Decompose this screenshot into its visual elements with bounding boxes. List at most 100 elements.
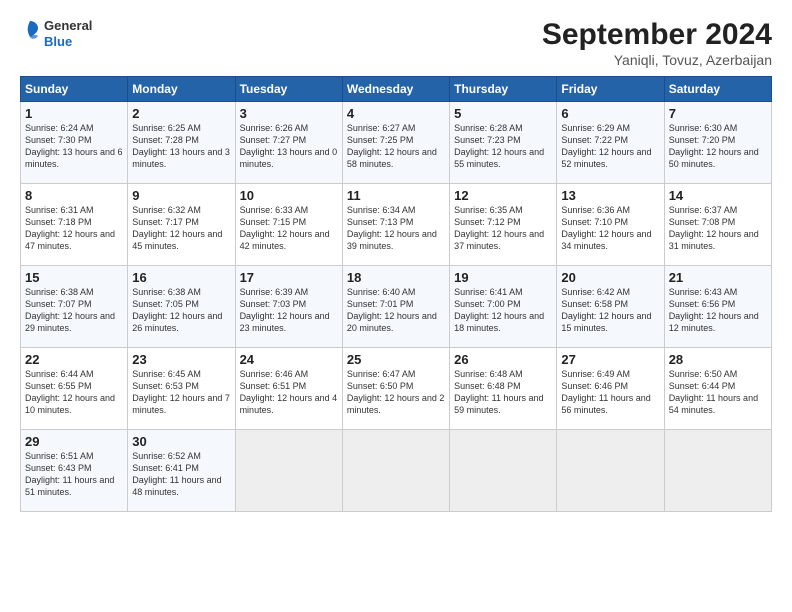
calendar-cell: 25Sunrise: 6:47 AMSunset: 6:50 PMDayligh… (342, 348, 449, 430)
day-number: 12 (454, 188, 552, 203)
calendar-cell: 16Sunrise: 6:38 AMSunset: 7:05 PMDayligh… (128, 266, 235, 348)
day-info: Sunrise: 6:41 AMSunset: 7:00 PMDaylight:… (454, 286, 552, 335)
day-number: 28 (669, 352, 767, 367)
day-number: 5 (454, 106, 552, 121)
day-number: 25 (347, 352, 445, 367)
day-number: 7 (669, 106, 767, 121)
day-info: Sunrise: 6:33 AMSunset: 7:15 PMDaylight:… (240, 204, 338, 253)
day-number: 17 (240, 270, 338, 285)
day-info: Sunrise: 6:25 AMSunset: 7:28 PMDaylight:… (132, 122, 230, 171)
day-info: Sunrise: 6:29 AMSunset: 7:22 PMDaylight:… (561, 122, 659, 171)
calendar-cell: 18Sunrise: 6:40 AMSunset: 7:01 PMDayligh… (342, 266, 449, 348)
logo-container: General Blue (20, 18, 92, 49)
calendar-cell: 3Sunrise: 6:26 AMSunset: 7:27 PMDaylight… (235, 102, 342, 184)
col-header-sunday: Sunday (21, 77, 128, 102)
calendar-cell: 11Sunrise: 6:34 AMSunset: 7:13 PMDayligh… (342, 184, 449, 266)
calendar-cell: 20Sunrise: 6:42 AMSunset: 6:58 PMDayligh… (557, 266, 664, 348)
day-number: 6 (561, 106, 659, 121)
col-header-saturday: Saturday (664, 77, 771, 102)
day-number: 22 (25, 352, 123, 367)
day-number: 4 (347, 106, 445, 121)
day-info: Sunrise: 6:45 AMSunset: 6:53 PMDaylight:… (132, 368, 230, 417)
calendar-cell (342, 430, 449, 512)
day-number: 29 (25, 434, 123, 449)
day-number: 19 (454, 270, 552, 285)
day-info: Sunrise: 6:39 AMSunset: 7:03 PMDaylight:… (240, 286, 338, 335)
logo-bird-icon (20, 19, 40, 49)
calendar-cell (450, 430, 557, 512)
logo-text: General Blue (44, 18, 92, 49)
calendar-cell: 29Sunrise: 6:51 AMSunset: 6:43 PMDayligh… (21, 430, 128, 512)
day-number: 21 (669, 270, 767, 285)
day-info: Sunrise: 6:28 AMSunset: 7:23 PMDaylight:… (454, 122, 552, 171)
calendar-cell: 8Sunrise: 6:31 AMSunset: 7:18 PMDaylight… (21, 184, 128, 266)
calendar-cell (235, 430, 342, 512)
calendar-table: SundayMondayTuesdayWednesdayThursdayFrid… (20, 76, 772, 512)
day-info: Sunrise: 6:31 AMSunset: 7:18 PMDaylight:… (25, 204, 123, 253)
calendar-cell: 7Sunrise: 6:30 AMSunset: 7:20 PMDaylight… (664, 102, 771, 184)
day-number: 24 (240, 352, 338, 367)
day-info: Sunrise: 6:32 AMSunset: 7:17 PMDaylight:… (132, 204, 230, 253)
day-number: 10 (240, 188, 338, 203)
day-info: Sunrise: 6:49 AMSunset: 6:46 PMDaylight:… (561, 368, 659, 417)
day-info: Sunrise: 6:44 AMSunset: 6:55 PMDaylight:… (25, 368, 123, 417)
day-number: 2 (132, 106, 230, 121)
day-info: Sunrise: 6:37 AMSunset: 7:08 PMDaylight:… (669, 204, 767, 253)
calendar-subtitle: Yaniqli, Tovuz, Azerbaijan (542, 52, 772, 68)
day-number: 8 (25, 188, 123, 203)
calendar-cell: 23Sunrise: 6:45 AMSunset: 6:53 PMDayligh… (128, 348, 235, 430)
day-info: Sunrise: 6:43 AMSunset: 6:56 PMDaylight:… (669, 286, 767, 335)
calendar-cell: 26Sunrise: 6:48 AMSunset: 6:48 PMDayligh… (450, 348, 557, 430)
calendar-cell: 17Sunrise: 6:39 AMSunset: 7:03 PMDayligh… (235, 266, 342, 348)
day-info: Sunrise: 6:26 AMSunset: 7:27 PMDaylight:… (240, 122, 338, 171)
day-info: Sunrise: 6:47 AMSunset: 6:50 PMDaylight:… (347, 368, 445, 417)
day-number: 14 (669, 188, 767, 203)
calendar-cell: 19Sunrise: 6:41 AMSunset: 7:00 PMDayligh… (450, 266, 557, 348)
calendar-cell: 28Sunrise: 6:50 AMSunset: 6:44 PMDayligh… (664, 348, 771, 430)
day-info: Sunrise: 6:38 AMSunset: 7:05 PMDaylight:… (132, 286, 230, 335)
day-info: Sunrise: 6:52 AMSunset: 6:41 PMDaylight:… (132, 450, 230, 499)
col-header-tuesday: Tuesday (235, 77, 342, 102)
day-number: 30 (132, 434, 230, 449)
col-header-monday: Monday (128, 77, 235, 102)
calendar-cell: 5Sunrise: 6:28 AMSunset: 7:23 PMDaylight… (450, 102, 557, 184)
calendar-cell: 12Sunrise: 6:35 AMSunset: 7:12 PMDayligh… (450, 184, 557, 266)
day-info: Sunrise: 6:46 AMSunset: 6:51 PMDaylight:… (240, 368, 338, 417)
col-header-friday: Friday (557, 77, 664, 102)
calendar-title: September 2024 (542, 18, 772, 52)
day-number: 18 (347, 270, 445, 285)
day-number: 15 (25, 270, 123, 285)
day-info: Sunrise: 6:35 AMSunset: 7:12 PMDaylight:… (454, 204, 552, 253)
logo: General Blue (20, 18, 92, 49)
day-info: Sunrise: 6:50 AMSunset: 6:44 PMDaylight:… (669, 368, 767, 417)
day-info: Sunrise: 6:48 AMSunset: 6:48 PMDaylight:… (454, 368, 552, 417)
day-info: Sunrise: 6:51 AMSunset: 6:43 PMDaylight:… (25, 450, 123, 499)
calendar-cell (664, 430, 771, 512)
day-number: 23 (132, 352, 230, 367)
day-info: Sunrise: 6:30 AMSunset: 7:20 PMDaylight:… (669, 122, 767, 171)
calendar-cell: 6Sunrise: 6:29 AMSunset: 7:22 PMDaylight… (557, 102, 664, 184)
day-info: Sunrise: 6:24 AMSunset: 7:30 PMDaylight:… (25, 122, 123, 171)
day-number: 11 (347, 188, 445, 203)
calendar-cell: 10Sunrise: 6:33 AMSunset: 7:15 PMDayligh… (235, 184, 342, 266)
day-info: Sunrise: 6:42 AMSunset: 6:58 PMDaylight:… (561, 286, 659, 335)
day-info: Sunrise: 6:34 AMSunset: 7:13 PMDaylight:… (347, 204, 445, 253)
calendar-cell: 1Sunrise: 6:24 AMSunset: 7:30 PMDaylight… (21, 102, 128, 184)
day-number: 26 (454, 352, 552, 367)
day-number: 20 (561, 270, 659, 285)
calendar-cell: 14Sunrise: 6:37 AMSunset: 7:08 PMDayligh… (664, 184, 771, 266)
calendar-cell: 21Sunrise: 6:43 AMSunset: 6:56 PMDayligh… (664, 266, 771, 348)
day-number: 16 (132, 270, 230, 285)
calendar-cell: 9Sunrise: 6:32 AMSunset: 7:17 PMDaylight… (128, 184, 235, 266)
col-header-thursday: Thursday (450, 77, 557, 102)
calendar-cell: 4Sunrise: 6:27 AMSunset: 7:25 PMDaylight… (342, 102, 449, 184)
calendar-cell: 15Sunrise: 6:38 AMSunset: 7:07 PMDayligh… (21, 266, 128, 348)
day-info: Sunrise: 6:40 AMSunset: 7:01 PMDaylight:… (347, 286, 445, 335)
day-info: Sunrise: 6:38 AMSunset: 7:07 PMDaylight:… (25, 286, 123, 335)
col-header-wednesday: Wednesday (342, 77, 449, 102)
calendar-cell: 22Sunrise: 6:44 AMSunset: 6:55 PMDayligh… (21, 348, 128, 430)
day-info: Sunrise: 6:27 AMSunset: 7:25 PMDaylight:… (347, 122, 445, 171)
page-header: General Blue September 2024 Yaniqli, Tov… (20, 18, 772, 68)
day-number: 27 (561, 352, 659, 367)
calendar-cell: 27Sunrise: 6:49 AMSunset: 6:46 PMDayligh… (557, 348, 664, 430)
